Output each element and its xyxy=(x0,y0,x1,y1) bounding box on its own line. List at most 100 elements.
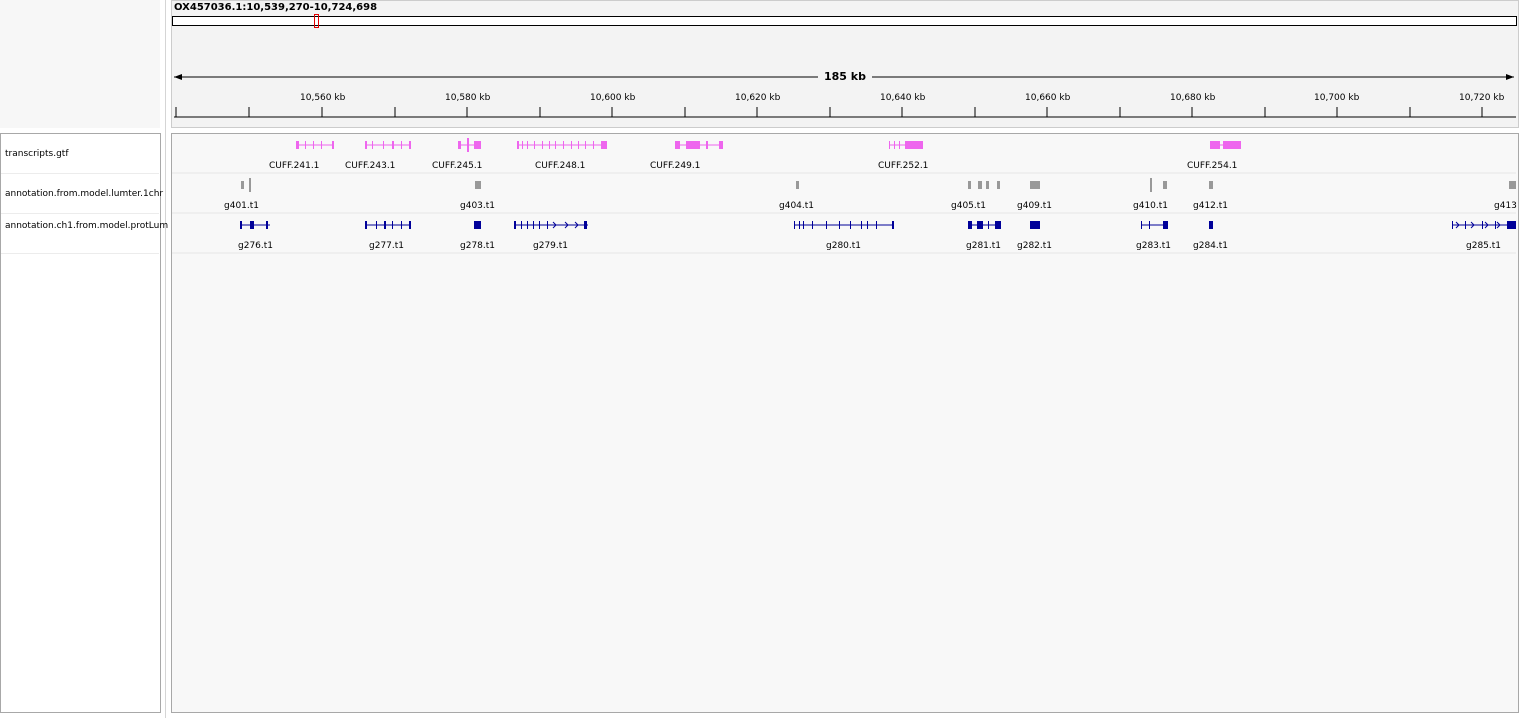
g281-exon xyxy=(995,221,1001,229)
cuff-252-exon xyxy=(905,141,923,149)
g279-exon xyxy=(584,221,587,229)
g280-exon xyxy=(861,221,862,229)
cuff-243-exon xyxy=(383,141,384,149)
g283-exon xyxy=(1163,221,1168,229)
cuff-241-exon xyxy=(332,141,334,149)
feature-label[interactable]: g281.t1 xyxy=(966,241,1001,251)
feature-label[interactable]: g278.t1 xyxy=(460,241,495,251)
tracks-canvas xyxy=(172,74,1516,254)
cuff-249-exon xyxy=(675,141,680,149)
feature-label[interactable]: g283.t1 xyxy=(1136,241,1171,251)
feature-label[interactable]: g277.t1 xyxy=(369,241,404,251)
lumter-feature-block xyxy=(1209,181,1213,189)
feature-label[interactable]: CUFF.249.1 xyxy=(650,161,700,171)
feature-label[interactable]: g401.t1 xyxy=(224,201,259,211)
lumter-feature-block xyxy=(796,181,799,189)
feature-label[interactable]: CUFF.254.1 xyxy=(1187,161,1237,171)
g281-exon xyxy=(988,221,989,229)
cuff-252-exon xyxy=(889,141,890,149)
g280-exon xyxy=(826,221,827,229)
g284-exon xyxy=(1209,221,1213,229)
lumter-feature-block xyxy=(986,181,989,189)
g280-exon xyxy=(867,221,868,229)
cuff-249-exon xyxy=(706,141,708,149)
g278-exon xyxy=(474,221,481,229)
cuff-241-exon xyxy=(296,141,299,149)
ruler-tick-label: 10,620 kb xyxy=(735,93,781,103)
span-label: 185 kb xyxy=(818,70,872,83)
feature-label[interactable]: CUFF.243.1 xyxy=(345,161,395,171)
cuff-254-exon xyxy=(1223,141,1241,149)
g276-exon xyxy=(250,221,254,229)
lumter-feature-block xyxy=(249,178,251,192)
g279-exon xyxy=(539,221,540,229)
lumter-feature-block xyxy=(1030,181,1040,189)
g283-exon xyxy=(1149,221,1150,229)
cuff-248-exon xyxy=(585,141,586,149)
g280-exon xyxy=(799,221,800,229)
feature-label[interactable]: g405.t1 xyxy=(951,201,986,211)
cuff-252-exon xyxy=(899,141,900,149)
cuff-241-exon xyxy=(305,141,306,149)
feature-label[interactable]: g413 xyxy=(1494,201,1517,211)
cuff-243-exon xyxy=(365,141,367,149)
feature-label[interactable]: CUFF.241.1 xyxy=(269,161,319,171)
cuff-248-exon xyxy=(534,141,535,149)
g277-exon xyxy=(384,221,386,229)
feature-label[interactable]: g410.t1 xyxy=(1133,201,1168,211)
cuff-252-exon xyxy=(894,141,895,149)
cuff-241-exon xyxy=(321,141,322,149)
feature-label[interactable]: CUFF.248.1 xyxy=(535,161,585,171)
cuff-248-exon xyxy=(542,141,543,149)
g280-exon xyxy=(803,221,804,229)
g281-exon xyxy=(977,221,983,229)
cuff-248-exon xyxy=(563,141,564,149)
g277-exon xyxy=(401,221,402,229)
span-arrow-left xyxy=(174,74,182,80)
feature-label[interactable]: g276.t1 xyxy=(238,241,273,251)
g277-exon xyxy=(392,221,393,229)
cuff-243-exon xyxy=(372,141,373,149)
feature-label[interactable]: g280.t1 xyxy=(826,241,861,251)
ruler-tick-label: 10,680 kb xyxy=(1170,93,1216,103)
ruler-tick-label: 10,560 kb xyxy=(300,93,346,103)
lumter-feature-block xyxy=(1163,181,1167,189)
g280-exon xyxy=(812,221,813,229)
feature-label[interactable]: g279.t1 xyxy=(533,241,568,251)
g283-exon xyxy=(1141,221,1142,229)
g279-exon xyxy=(527,221,528,229)
g285-exon xyxy=(1465,221,1466,229)
cuff-248-exon xyxy=(571,141,572,149)
cuff-243-exon xyxy=(392,141,394,149)
lumter-feature-block xyxy=(475,181,481,189)
feature-label[interactable]: g404.t1 xyxy=(779,201,814,211)
feature-label[interactable]: CUFF.252.1 xyxy=(878,161,928,171)
g285-exon xyxy=(1452,221,1453,229)
cuff-249-exon xyxy=(719,141,723,149)
lumter-feature-block xyxy=(968,181,971,189)
lumter-feature-block xyxy=(997,181,1000,189)
feature-label[interactable]: g409.t1 xyxy=(1017,201,1052,211)
feature-label[interactable]: CUFF.245.1 xyxy=(432,161,482,171)
g279-exon xyxy=(514,221,516,229)
g280-exon xyxy=(876,221,877,229)
g277-exon xyxy=(376,221,377,229)
g277-exon xyxy=(365,221,367,229)
feature-label[interactable]: g282.t1 xyxy=(1017,241,1052,251)
lumter-feature-block xyxy=(978,181,982,189)
cuff-243-exon xyxy=(401,141,402,149)
feature-label[interactable]: g284.t1 xyxy=(1193,241,1228,251)
ruler-tick-label: 10,660 kb xyxy=(1025,93,1071,103)
g285-exon xyxy=(1507,221,1516,229)
cuff-248-exon xyxy=(522,141,523,149)
g277-exon xyxy=(409,221,411,229)
cuff-245-exon xyxy=(474,141,481,149)
feature-label[interactable]: g403.t1 xyxy=(460,201,495,211)
g280-exon xyxy=(839,221,840,229)
ruler-tick-label: 10,720 kb xyxy=(1459,93,1505,103)
feature-label[interactable]: g285.t1 xyxy=(1466,241,1501,251)
g285-exon xyxy=(1495,221,1496,229)
cuff-248-exon xyxy=(517,141,519,149)
g279-exon xyxy=(547,221,548,229)
feature-label[interactable]: g412.t1 xyxy=(1193,201,1228,211)
